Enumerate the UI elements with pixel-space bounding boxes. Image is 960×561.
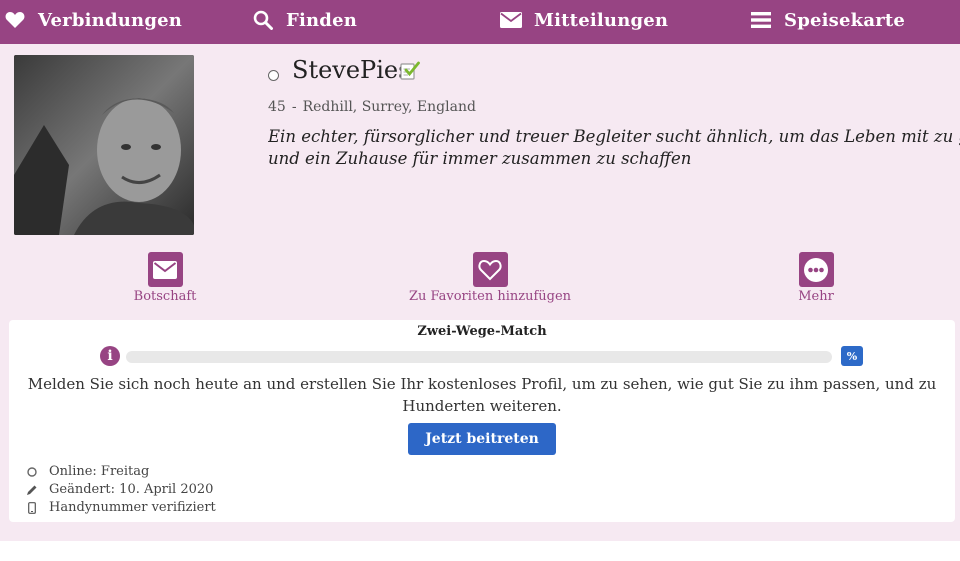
meta-online: Online: Freitag <box>25 464 425 479</box>
online-status-dot <box>268 70 279 81</box>
nav-messages[interactable]: Mitteilungen <box>500 0 668 40</box>
age: 45 <box>268 99 286 115</box>
pencil-icon <box>25 483 39 497</box>
match-progress-bar <box>126 351 832 363</box>
nav-connections[interactable]: Verbindungen <box>4 0 182 40</box>
top-navigation: Verbindungen Finden Mitteilungen Speisek… <box>0 0 960 44</box>
info-icon[interactable]: i <box>100 346 120 366</box>
more-label: Mehr <box>798 289 834 304</box>
online-text: Online: Freitag <box>49 464 150 479</box>
heart-outline-icon <box>472 252 508 287</box>
changed-text: Geändert: 10. April 2020 <box>49 482 214 497</box>
match-card: Zwei-Wege-Match i % Melden Sie sich noch… <box>9 320 955 522</box>
nav-find[interactable]: Finden <box>252 0 357 40</box>
join-now-button[interactable]: Jetzt beitreten <box>408 423 556 455</box>
nav-find-label: Finden <box>286 9 358 31</box>
more-button[interactable]: Mehr <box>726 252 906 304</box>
envelope-icon <box>147 252 183 287</box>
nav-menu[interactable]: Speisekarte <box>750 0 905 40</box>
meta-changed: Geändert: 10. April 2020 <box>25 482 425 497</box>
profile-photo[interactable] <box>14 55 194 235</box>
verified-check-icon <box>400 61 420 81</box>
nav-messages-label: Mitteilungen <box>534 9 669 31</box>
add-favorite-label: Zu Favoriten hinzufügen <box>408 289 572 304</box>
profile-area: StevePies 45- Redhill, Surrey, England Ei… <box>0 44 960 541</box>
age-location-separator: - <box>291 99 297 115</box>
join-prompt-text: Melden Sie sich noch heute an und erstel… <box>27 375 937 415</box>
nav-connections-label: Verbindungen <box>38 9 183 31</box>
online-status-icon <box>25 465 39 479</box>
tagline-line-1: Ein echter, fürsorglicher und treuer Beg… <box>268 127 960 146</box>
more-dots-icon <box>798 252 834 287</box>
username: StevePies <box>292 56 411 84</box>
match-title: Zwei-Wege-Match <box>417 324 547 339</box>
search-icon <box>252 9 274 31</box>
nav-menu-label: Speisekarte <box>784 9 906 31</box>
age-location: 45- Redhill, Surrey, England <box>268 99 476 115</box>
envelope-icon <box>500 9 522 31</box>
add-favorite-button[interactable]: Zu Favoriten hinzufügen <box>400 252 580 304</box>
phone-text: Handynummer verifiziert <box>49 500 216 515</box>
percent-badge: % <box>841 346 863 366</box>
mobile-phone-icon <box>25 501 39 515</box>
meta-phone: Handynummer verifiziert <box>25 500 425 515</box>
tagline-line-2: und ein Zuhause für immer zusammen zu sc… <box>268 149 692 168</box>
heart-icon <box>4 9 26 31</box>
send-message-label: Botschaft <box>133 289 197 304</box>
hamburger-icon <box>750 9 772 31</box>
send-message-button[interactable]: Botschaft <box>75 252 255 304</box>
profile-tagline: Ein echter, fürsorglicher und treuer Beg… <box>268 126 960 170</box>
location: Redhill, Surrey, England <box>302 99 476 115</box>
